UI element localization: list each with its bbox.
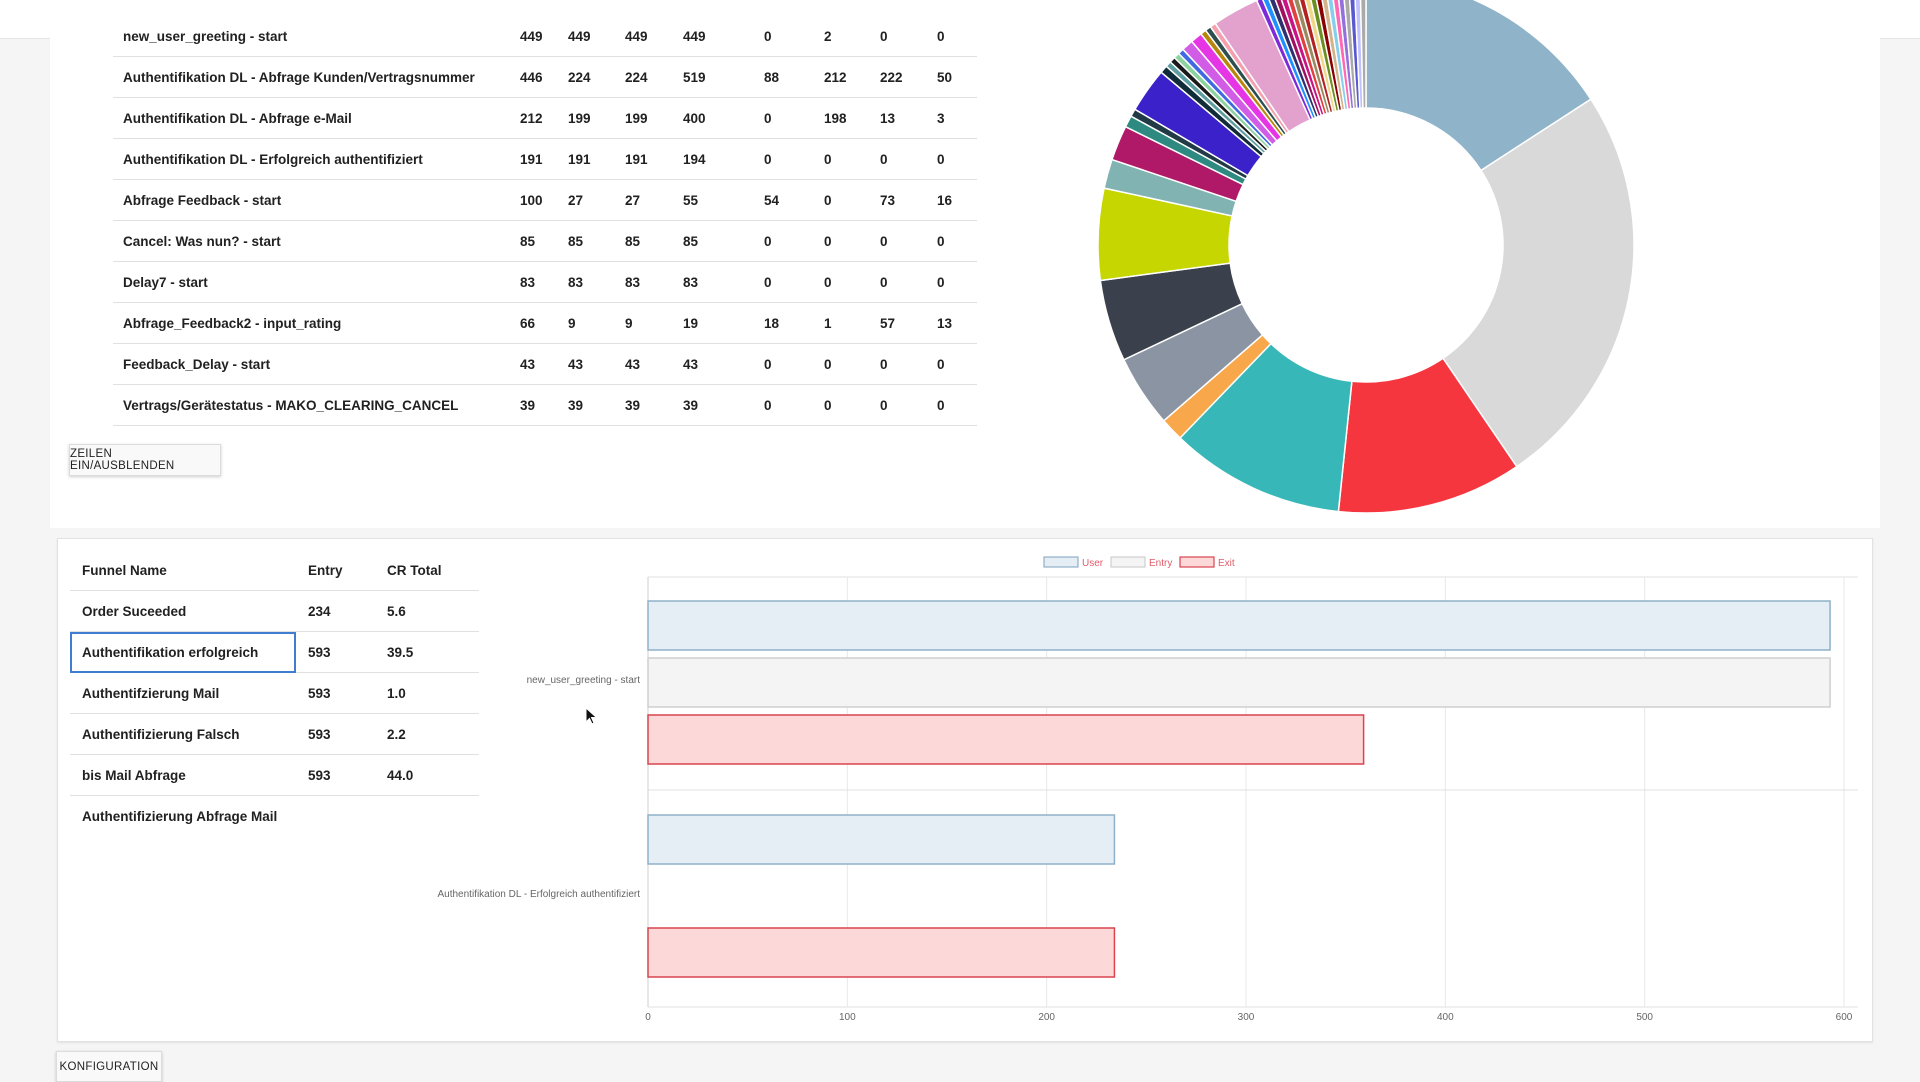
x-tick-label: 300: [1238, 1012, 1255, 1023]
legend-label: Entry: [1149, 558, 1172, 569]
legend-swatch: [1110, 556, 1146, 568]
bar-user[interactable]: [647, 600, 1831, 651]
bar-exit[interactable]: [647, 927, 1116, 978]
x-tick-label: 0: [645, 1012, 651, 1023]
x-tick-label: 600: [1836, 1012, 1853, 1023]
legend-swatch: [1179, 556, 1215, 568]
legend-item[interactable]: Exit: [1179, 556, 1235, 569]
legend-swatch: [1043, 556, 1079, 568]
legend-label: User: [1082, 558, 1104, 569]
bar-user[interactable]: [647, 814, 1116, 865]
funnel-bar-chart: User Entry Exit 0 100 200 300 400 500 600 new_user…: [437, 556, 1858, 1023]
bar-entry[interactable]: [647, 657, 1831, 708]
y-category-label: new_user_greeting - start: [527, 675, 641, 686]
bar-exit[interactable]: [647, 714, 1365, 765]
legend-item[interactable]: User: [1043, 556, 1104, 569]
x-tick-label: 500: [1636, 1012, 1653, 1023]
legend-label: Exit: [1218, 558, 1235, 569]
x-tick-label: 100: [839, 1012, 856, 1023]
x-tick-label: 400: [1437, 1012, 1454, 1023]
legend-item[interactable]: Entry: [1110, 556, 1172, 569]
configuration-button[interactable]: KONFIGURATION: [56, 1051, 162, 1082]
mouse-cursor-icon: [585, 706, 598, 725]
x-tick-label: 200: [1038, 1012, 1055, 1023]
y-category-label: Authentifikation DL - Erfolgreich authen…: [437, 889, 640, 900]
